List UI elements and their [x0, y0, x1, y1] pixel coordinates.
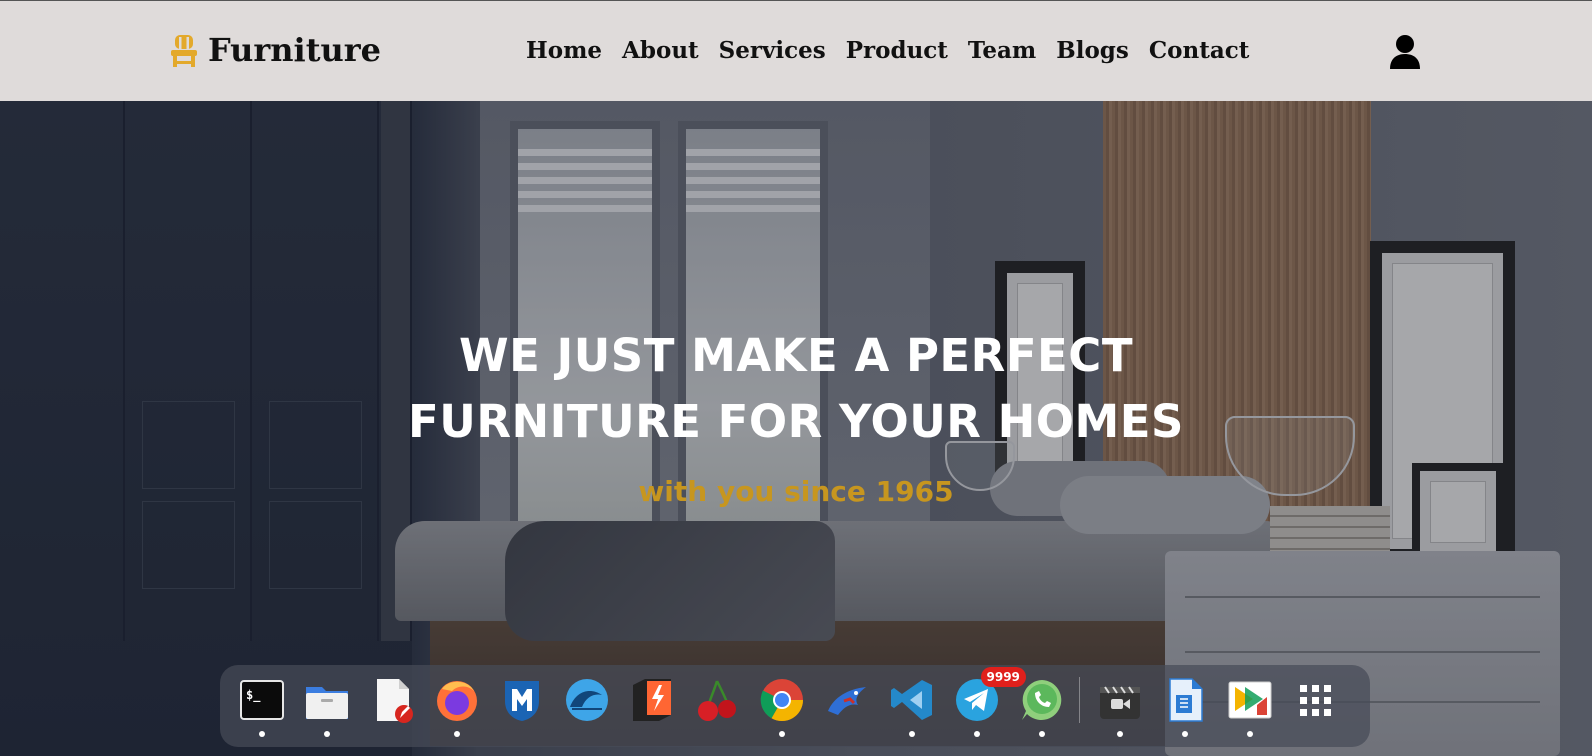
running-indicator [1038, 731, 1045, 737]
dock-item-cherrytree[interactable] [685, 665, 747, 747]
hero-title-line-2: FURNITURE FOR YOUR HOMES [408, 395, 1184, 448]
running-indicator [1246, 731, 1253, 737]
taskbar-dock: $_ 9999 [220, 665, 1370, 747]
nav-link-contact[interactable]: Contact [1149, 37, 1250, 64]
wireshark-icon [565, 679, 608, 721]
dock-item-terminal[interactable]: $_ [230, 665, 292, 747]
nav-link-about[interactable]: About [622, 37, 699, 64]
hero-title-line-1: WE JUST MAKE A PERFECT [458, 329, 1134, 382]
running-indicator [973, 731, 980, 737]
brand-logo[interactable]: Furniture [170, 31, 381, 69]
nav-link-home[interactable]: Home [526, 37, 602, 64]
dock-item-firefox[interactable] [425, 665, 487, 747]
dock-item-whatsapp[interactable] [1010, 665, 1072, 747]
nav-link-product[interactable]: Product [846, 37, 948, 64]
running-indicator [1116, 731, 1123, 737]
dock-item-burp-suite[interactable] [620, 665, 682, 747]
running-indicator [258, 731, 265, 737]
dock-item-vscode[interactable] [880, 665, 942, 747]
dock-item-telegram[interactable]: 9999 [945, 665, 1026, 747]
screen-recorder-icon [1099, 686, 1140, 719]
app-grid-icon [1299, 685, 1331, 716]
running-indicator [453, 731, 460, 737]
hero-subtitle: with you since 1965 [638, 475, 954, 508]
firefox-icon [436, 681, 477, 721]
dock-item-files[interactable] [295, 665, 357, 747]
svg-text:$_: $_ [246, 688, 261, 703]
dock-item-kali-dragon[interactable] [815, 665, 877, 747]
vscode-icon [890, 680, 932, 720]
dock-item-chrome[interactable] [750, 665, 812, 747]
libreoffice-impress-icon [1228, 681, 1271, 719]
navbar: Furniture Home About Services Product Te… [0, 0, 1592, 101]
terminal-icon: $_ [239, 680, 284, 720]
nav-link-blogs[interactable]: Blogs [1056, 37, 1129, 64]
running-indicator [778, 731, 785, 737]
main-nav: Home About Services Product Team Blogs C… [526, 37, 1249, 64]
libreoffice-writer-icon [1168, 678, 1203, 722]
dock-item-screen-recorder[interactable] [1088, 665, 1150, 747]
burp-suite-icon [632, 679, 671, 721]
whatsapp-icon [1021, 680, 1061, 720]
dock-item-metasploit[interactable] [490, 665, 552, 747]
nav-link-team[interactable]: Team [968, 37, 1036, 64]
nav-link-services[interactable]: Services [719, 37, 826, 64]
chair-icon [171, 35, 197, 67]
running-indicator [1181, 731, 1188, 737]
dock-separator [1079, 677, 1080, 723]
dock-item-text-editor[interactable] [360, 665, 422, 747]
cherrytree-icon [697, 680, 736, 721]
dock-item-libreoffice-writer[interactable] [1153, 665, 1215, 747]
metasploit-icon [504, 681, 539, 721]
text-editor-icon [376, 679, 413, 723]
dock-item-libreoffice-impress[interactable] [1218, 665, 1280, 747]
running-indicator [908, 731, 915, 737]
chrome-icon [760, 679, 803, 722]
hero-title: WE JUST MAKE A PERFECT FURNITURE FOR YOU… [0, 323, 1592, 455]
files-icon [305, 687, 348, 719]
brand-name: Furniture [208, 31, 381, 69]
dock-item-wireshark[interactable] [555, 665, 617, 747]
running-indicator [323, 731, 330, 737]
user-icon[interactable] [1389, 34, 1421, 70]
dock-item-app-grid[interactable] [1283, 665, 1345, 747]
hero-section: WE JUST MAKE A PERFECT FURNITURE FOR YOU… [0, 101, 1592, 756]
kali-dragon-icon [827, 687, 866, 715]
